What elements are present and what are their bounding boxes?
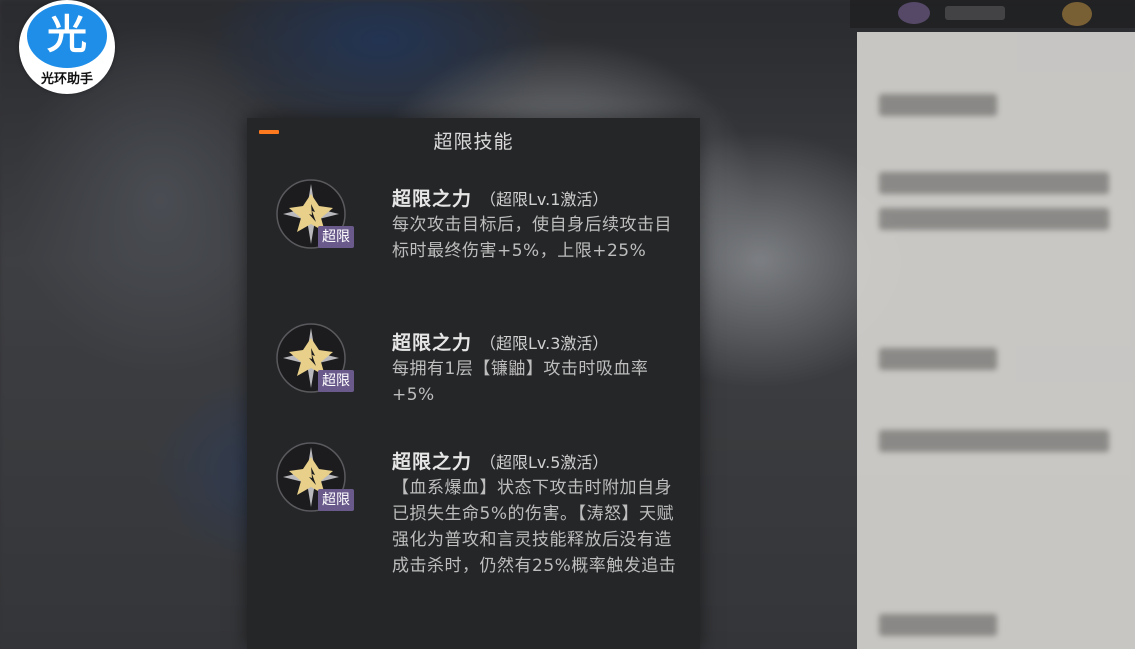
logo-icon: 光 xyxy=(27,4,107,68)
overlimit-badge: 超限 xyxy=(318,226,354,248)
skill-name: 超限之力 （超限Lv.1激活） xyxy=(392,188,609,210)
side-info-panel xyxy=(857,32,1135,649)
skill-level: （超限Lv.5激活） xyxy=(480,453,609,472)
overlimit-skills-popup: 超限技能 超限 超限之力 （超限Lv.1激活） 每次攻击目标后，使自身后续攻击目标… xyxy=(247,118,700,649)
skill-name: 超限之力 （超限Lv.5激活） xyxy=(392,451,609,473)
skill-description: 【血系爆血】状态下攻击时附加自身已损失生命5%的伤害。【涛怒】天赋强化为普攻和言… xyxy=(392,478,677,576)
skill-description: 每拥有1层【镰鼬】攻击时吸血率+5% xyxy=(392,359,649,405)
side-heading-2 xyxy=(879,348,997,370)
watermark-logo: 光 光环助手 xyxy=(19,0,115,94)
logo-text: 光环助手 xyxy=(40,72,93,87)
overlimit-badge: 超限 xyxy=(318,489,354,511)
side-text-3 xyxy=(879,430,1109,452)
coin-currency-icon xyxy=(1062,2,1092,26)
side-heading-1 xyxy=(879,94,997,116)
skill-description: 每次攻击目标后，使自身后续攻击目标时最终伤害+5%，上限+25% xyxy=(392,215,672,261)
popup-title: 超限技能 xyxy=(433,131,514,153)
side-text-2 xyxy=(879,208,1109,230)
gem-currency-icon xyxy=(898,2,930,24)
side-text-1 xyxy=(879,172,1109,194)
skill-name: 超限之力 （超限Lv.3激活） xyxy=(392,332,609,354)
gem-currency-amount xyxy=(945,6,1005,20)
side-heading-3 xyxy=(879,614,997,636)
skill-level: （超限Lv.1激活） xyxy=(480,190,609,209)
skill-level: （超限Lv.3激活） xyxy=(480,334,609,353)
overlimit-badge: 超限 xyxy=(318,370,354,392)
